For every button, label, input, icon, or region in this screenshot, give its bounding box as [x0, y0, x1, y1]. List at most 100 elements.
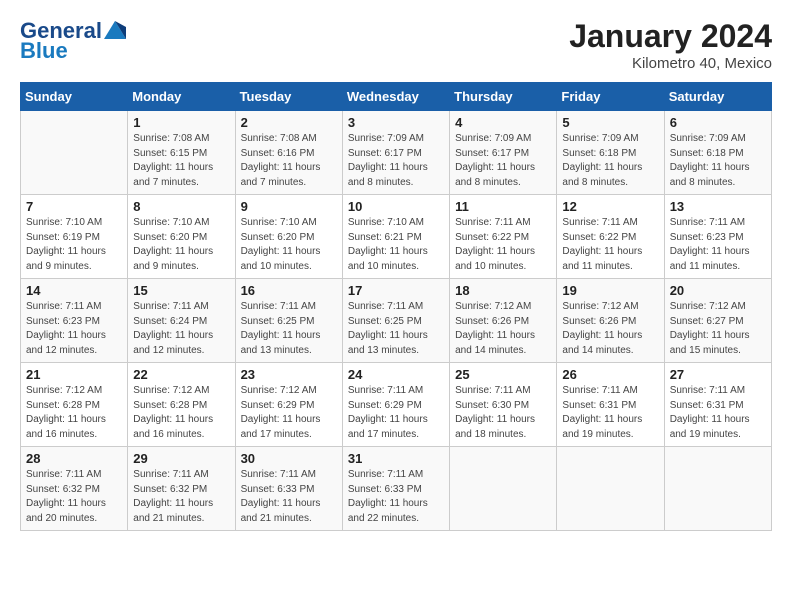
- day-info: Sunrise: 7:11 AMSunset: 6:33 PMDaylight:…: [348, 469, 428, 524]
- day-number: 30: [241, 451, 337, 466]
- day-number: 17: [348, 283, 444, 298]
- day-info: Sunrise: 7:08 AMSunset: 6:16 PMDaylight:…: [241, 133, 321, 188]
- week-row-3: 14Sunrise: 7:11 AMSunset: 6:23 PMDayligh…: [21, 279, 772, 363]
- day-number: 2: [241, 115, 337, 130]
- page-container: General Blue January 2024 Kilometro 40, …: [0, 0, 792, 541]
- day-number: 4: [455, 115, 551, 130]
- day-info: Sunrise: 7:11 AMSunset: 6:30 PMDaylight:…: [455, 385, 535, 440]
- calendar-table: SundayMondayTuesdayWednesdayThursdayFrid…: [20, 82, 772, 531]
- day-info: Sunrise: 7:11 AMSunset: 6:25 PMDaylight:…: [348, 301, 428, 356]
- day-number: 19: [562, 283, 658, 298]
- day-info: Sunrise: 7:12 AMSunset: 6:28 PMDaylight:…: [26, 385, 106, 440]
- calendar-cell: [557, 447, 664, 531]
- day-number: 28: [26, 451, 122, 466]
- calendar-cell: 5 Sunrise: 7:09 AMSunset: 6:18 PMDaylight…: [557, 111, 664, 195]
- calendar-cell: 29 Sunrise: 7:11 AMSunset: 6:32 PMDayligh…: [128, 447, 235, 531]
- logo: General Blue: [20, 18, 126, 64]
- day-info: Sunrise: 7:12 AMSunset: 6:26 PMDaylight:…: [455, 301, 535, 356]
- day-number: 15: [133, 283, 229, 298]
- day-number: 29: [133, 451, 229, 466]
- week-row-2: 7Sunrise: 7:10 AMSunset: 6:19 PMDaylight…: [21, 195, 772, 279]
- day-number: 14: [26, 283, 122, 298]
- calendar-cell: [450, 447, 557, 531]
- calendar-cell: 26 Sunrise: 7:11 AMSunset: 6:31 PMDayligh…: [557, 363, 664, 447]
- day-info: Sunrise: 7:12 AMSunset: 6:28 PMDaylight:…: [133, 385, 213, 440]
- location: Kilometro 40, Mexico: [569, 55, 772, 72]
- calendar-cell: 28Sunrise: 7:11 AMSunset: 6:32 PMDayligh…: [21, 447, 128, 531]
- calendar-cell: 22 Sunrise: 7:12 AMSunset: 6:28 PMDayligh…: [128, 363, 235, 447]
- header: General Blue January 2024 Kilometro 40, …: [20, 18, 772, 72]
- calendar-cell: [664, 447, 771, 531]
- day-info: Sunrise: 7:11 AMSunset: 6:22 PMDaylight:…: [562, 217, 642, 272]
- day-info: Sunrise: 7:11 AMSunset: 6:24 PMDaylight:…: [133, 301, 213, 356]
- day-info: Sunrise: 7:09 AMSunset: 6:18 PMDaylight:…: [562, 133, 642, 188]
- calendar-header-row: SundayMondayTuesdayWednesdayThursdayFrid…: [21, 83, 772, 111]
- calendar-cell: 4 Sunrise: 7:09 AMSunset: 6:17 PMDaylight…: [450, 111, 557, 195]
- day-info: Sunrise: 7:11 AMSunset: 6:33 PMDaylight:…: [241, 469, 321, 524]
- calendar-cell: 19Sunrise: 7:12 AMSunset: 6:26 PMDayligh…: [557, 279, 664, 363]
- calendar-body: 1Sunrise: 7:08 AMSunset: 6:15 PMDaylight…: [21, 111, 772, 531]
- day-info: Sunrise: 7:10 AMSunset: 6:20 PMDaylight:…: [133, 217, 213, 272]
- day-info: Sunrise: 7:11 AMSunset: 6:31 PMDaylight:…: [562, 385, 642, 440]
- calendar-cell: [21, 111, 128, 195]
- day-number: 20: [670, 283, 766, 298]
- calendar-cell: 3 Sunrise: 7:09 AMSunset: 6:17 PMDaylight…: [342, 111, 449, 195]
- day-info: Sunrise: 7:11 AMSunset: 6:31 PMDaylight:…: [670, 385, 750, 440]
- logo-icon: [104, 21, 126, 39]
- calendar-cell: 20 Sunrise: 7:12 AMSunset: 6:27 PMDayligh…: [664, 279, 771, 363]
- day-info: Sunrise: 7:09 AMSunset: 6:17 PMDaylight:…: [348, 133, 428, 188]
- day-number: 11: [455, 199, 551, 214]
- day-info: Sunrise: 7:11 AMSunset: 6:32 PMDaylight:…: [133, 469, 213, 524]
- calendar-cell: 8 Sunrise: 7:10 AMSunset: 6:20 PMDaylight…: [128, 195, 235, 279]
- day-number: 9: [241, 199, 337, 214]
- day-info: Sunrise: 7:10 AMSunset: 6:19 PMDaylight:…: [26, 217, 106, 272]
- header-friday: Friday: [557, 83, 664, 111]
- day-number: 13: [670, 199, 766, 214]
- calendar-cell: 11 Sunrise: 7:11 AMSunset: 6:22 PMDayligh…: [450, 195, 557, 279]
- header-monday: Monday: [128, 83, 235, 111]
- header-tuesday: Tuesday: [235, 83, 342, 111]
- day-number: 8: [133, 199, 229, 214]
- day-number: 31: [348, 451, 444, 466]
- day-info: Sunrise: 7:10 AMSunset: 6:20 PMDaylight:…: [241, 217, 321, 272]
- day-info: Sunrise: 7:09 AMSunset: 6:17 PMDaylight:…: [455, 133, 535, 188]
- calendar-cell: 14Sunrise: 7:11 AMSunset: 6:23 PMDayligh…: [21, 279, 128, 363]
- header-thursday: Thursday: [450, 83, 557, 111]
- logo-blue: Blue: [20, 38, 68, 64]
- day-info: Sunrise: 7:11 AMSunset: 6:22 PMDaylight:…: [455, 217, 535, 272]
- day-number: 25: [455, 367, 551, 382]
- header-wednesday: Wednesday: [342, 83, 449, 111]
- calendar-cell: 13 Sunrise: 7:11 AMSunset: 6:23 PMDayligh…: [664, 195, 771, 279]
- month-title: January 2024: [569, 18, 772, 55]
- day-number: 5: [562, 115, 658, 130]
- day-number: 26: [562, 367, 658, 382]
- calendar-cell: 2 Sunrise: 7:08 AMSunset: 6:16 PMDaylight…: [235, 111, 342, 195]
- calendar-cell: 23 Sunrise: 7:12 AMSunset: 6:29 PMDayligh…: [235, 363, 342, 447]
- title-block: January 2024 Kilometro 40, Mexico: [569, 18, 772, 72]
- day-number: 3: [348, 115, 444, 130]
- calendar-cell: 15 Sunrise: 7:11 AMSunset: 6:24 PMDayligh…: [128, 279, 235, 363]
- calendar-cell: 9 Sunrise: 7:10 AMSunset: 6:20 PMDaylight…: [235, 195, 342, 279]
- calendar-cell: 25 Sunrise: 7:11 AMSunset: 6:30 PMDayligh…: [450, 363, 557, 447]
- calendar-cell: 21 Sunrise: 7:12 AMSunset: 6:28 PMDayligh…: [21, 363, 128, 447]
- week-row-1: 1Sunrise: 7:08 AMSunset: 6:15 PMDaylight…: [21, 111, 772, 195]
- day-number: 23: [241, 367, 337, 382]
- day-info: Sunrise: 7:08 AMSunset: 6:15 PMDaylight:…: [133, 133, 213, 188]
- day-number: 12: [562, 199, 658, 214]
- header-sunday: Sunday: [21, 83, 128, 111]
- week-row-5: 28 Sunrise: 7:11 AMSunset: 6:32 PMDayligh…: [21, 447, 772, 531]
- day-info: Sunrise: 7:11 AMSunset: 6:23 PMDaylight:…: [670, 217, 750, 272]
- calendar-cell: 24Sunrise: 7:11 AMSunset: 6:29 PMDayligh…: [342, 363, 449, 447]
- day-number: 21: [26, 367, 122, 382]
- day-number: 24: [348, 367, 444, 382]
- day-number: 22: [133, 367, 229, 382]
- calendar-cell: 16Sunrise: 7:11 AMSunset: 6:25 PMDayligh…: [235, 279, 342, 363]
- calendar-cell: 7Sunrise: 7:10 AMSunset: 6:19 PMDaylight…: [21, 195, 128, 279]
- day-number: 16: [241, 283, 337, 298]
- day-info: Sunrise: 7:12 AMSunset: 6:27 PMDaylight:…: [670, 301, 750, 356]
- day-number: 18: [455, 283, 551, 298]
- day-info: Sunrise: 7:10 AMSunset: 6:21 PMDaylight:…: [348, 217, 428, 272]
- day-info: Sunrise: 7:12 AMSunset: 6:29 PMDaylight:…: [241, 385, 321, 440]
- calendar-cell: 30 Sunrise: 7:11 AMSunset: 6:33 PMDayligh…: [235, 447, 342, 531]
- day-number: 27: [670, 367, 766, 382]
